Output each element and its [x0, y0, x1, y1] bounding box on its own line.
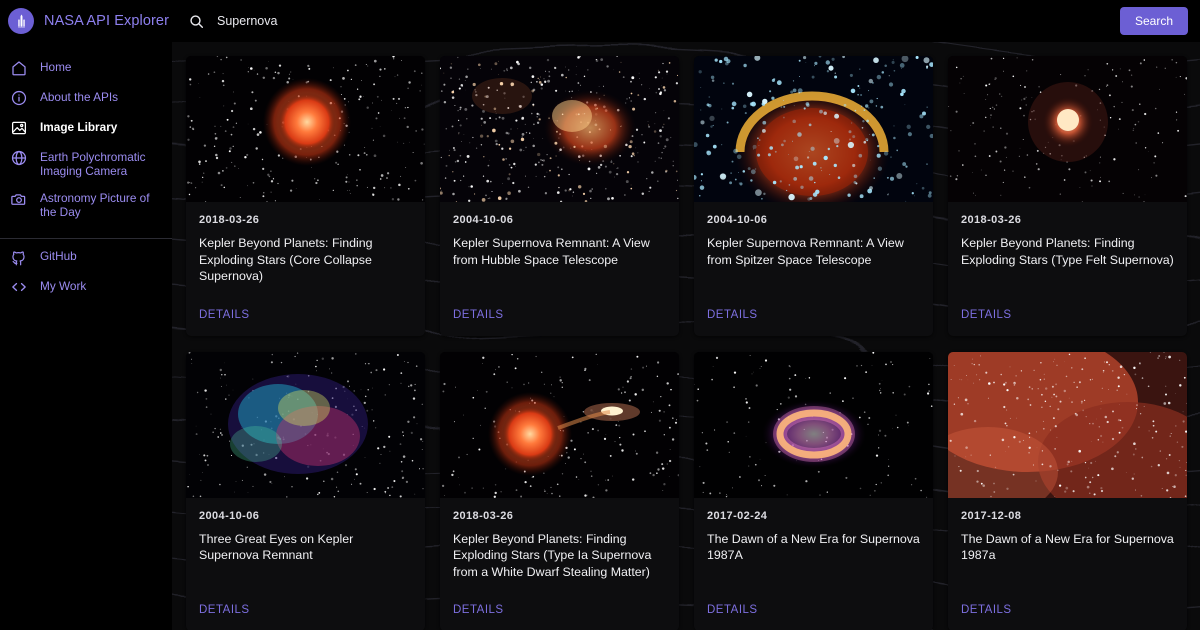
card-date: 2004-10-06 [707, 214, 768, 226]
image-card[interactable]: 2017-02-24 The Dawn of a New Era for Supe… [694, 351, 933, 630]
card-date: 2017-12-08 [961, 509, 1022, 522]
globe-icon [10, 149, 28, 167]
details-button[interactable]: DETAILS [199, 309, 250, 321]
brand[interactable]: NASA API Explorer [0, 0, 172, 42]
sidebar-item-label: About the APIs [40, 90, 119, 104]
search-bar[interactable] [188, 13, 1120, 30]
card-title: Kepler Beyond Planets: Finding Exploding… [199, 236, 373, 283]
sidebar-item-label: GitHub [40, 249, 77, 263]
card-body: 2004-10-06 Kepler Supernova Remnant: A Vi… [694, 202, 933, 268]
top-bar: Search [172, 0, 1200, 42]
card-body: 2018-03-26 Kepler Beyond Planets: Finding… [186, 202, 425, 285]
card-thumbnail [440, 56, 679, 202]
image-card[interactable]: 2018-03-26 Kepler Beyond Planets: Finding… [186, 56, 425, 336]
details-button[interactable]: DETAILS [961, 309, 1012, 321]
sidebar-item-earth-polychromatic-imaging-camera[interactable]: Earth Polychromatic Imaging Camera [0, 144, 172, 185]
card-title: Three Great Eyes on Kepler Supernova Rem… [199, 531, 354, 563]
image-card[interactable]: 2004-10-06 Kepler Supernova Remnant: A Vi… [694, 56, 933, 336]
main-content: Search 2018-03-26 Kepler Beyond Planets: … [172, 0, 1200, 630]
card-body: 2004-10-06 Three Great Eyes on Kepler Sup… [186, 498, 425, 564]
sidebar-divider [0, 238, 172, 239]
rocket-icon [8, 8, 34, 34]
image-card[interactable]: 2017-12-08 The Dawn of a New Era for Supe… [948, 351, 1187, 630]
card-footer: DETAILS [948, 285, 1187, 336]
details-button[interactable]: DETAILS [707, 309, 758, 321]
card-footer: DETAILS [948, 580, 1187, 630]
card-body: 2017-02-24 The Dawn of a New Era for Supe… [694, 498, 933, 564]
card-date: 2018-03-26 [453, 509, 514, 522]
card-thumbnail [694, 56, 933, 202]
sidebar-item-my-work[interactable]: My Work [0, 273, 172, 303]
home-icon [10, 59, 28, 77]
image-card[interactable]: 2004-10-06 Three Great Eyes on Kepler Sup… [186, 351, 425, 630]
sidebar-item-label: My Work [40, 279, 87, 293]
card-footer: DETAILS [186, 580, 425, 630]
image-results-grid: 2018-03-26 Kepler Beyond Planets: Finding… [186, 56, 1187, 630]
card-footer: DETAILS [186, 285, 425, 336]
sidebar-nav-primary: Home About the APIs Image Library Earth … [0, 42, 172, 303]
sidebar-item-label: Astronomy Picture of the Day [40, 191, 150, 219]
card-title: The Dawn of a New Era for Supernova 1987… [961, 531, 1174, 563]
card-title: Kepler Supernova Remnant: A View from Sp… [707, 236, 904, 267]
card-title: Kepler Supernova Remnant: A View from Hu… [453, 236, 650, 267]
sidebar-item-image-library[interactable]: Image Library [0, 114, 172, 144]
card-date: 2004-10-06 [453, 214, 514, 226]
card-thumbnail [948, 351, 1187, 498]
card-footer: DETAILS [440, 580, 679, 630]
card-footer: DETAILS [694, 285, 933, 336]
card-date: 2004-10-06 [199, 509, 260, 522]
details-button[interactable]: DETAILS [707, 604, 758, 616]
image-icon [10, 119, 28, 137]
card-body: 2004-10-06 Kepler Supernova Remnant: A Vi… [440, 202, 679, 268]
card-date: 2018-03-26 [199, 214, 260, 226]
details-button[interactable]: DETAILS [199, 604, 250, 616]
card-thumbnail [440, 351, 679, 498]
image-results-scroll-area[interactable]: 2018-03-26 Kepler Beyond Planets: Finding… [172, 42, 1200, 630]
details-button[interactable]: DETAILS [453, 309, 504, 321]
brand-title: NASA API Explorer [44, 13, 170, 29]
details-button[interactable]: DETAILS [961, 604, 1012, 616]
card-date: 2018-03-26 [961, 214, 1022, 226]
card-title: Kepler Beyond Planets: Finding Exploding… [961, 236, 1174, 267]
card-footer: DETAILS [694, 580, 933, 630]
card-body: 2018-03-26 Kepler Beyond Planets: Finding… [948, 202, 1187, 268]
sidebar-item-label: Image Library [40, 120, 118, 134]
card-title: The Dawn of a New Era for Supernova 1987… [707, 531, 920, 563]
code-icon [10, 278, 28, 296]
sidebar: NASA API Explorer Home About the APIs Im… [0, 0, 172, 630]
card-body: 2017-12-08 The Dawn of a New Era for Supe… [948, 498, 1187, 564]
sidebar-item-label: Earth Polychromatic Imaging Camera [40, 150, 146, 178]
card-body: 2018-03-26 Kepler Beyond Planets: Finding… [440, 498, 679, 581]
app-root: NASA API Explorer Home About the APIs Im… [0, 0, 1200, 630]
sidebar-item-home[interactable]: Home [0, 54, 172, 84]
card-date: 2017-02-24 [707, 509, 768, 522]
search-icon [188, 13, 205, 30]
image-card[interactable]: 2018-03-26 Kepler Beyond Planets: Finding… [440, 351, 679, 630]
sidebar-item-github[interactable]: GitHub [0, 243, 172, 273]
card-thumbnail [186, 56, 425, 202]
sidebar-item-label: Home [40, 60, 72, 74]
info-icon [10, 89, 28, 107]
card-footer: DETAILS [440, 285, 679, 336]
sidebar-item-about-the-apis[interactable]: About the APIs [0, 84, 172, 114]
card-thumbnail [186, 351, 425, 498]
card-title: Kepler Beyond Planets: Finding Exploding… [453, 531, 652, 579]
image-card[interactable]: 2018-03-26 Kepler Beyond Planets: Finding… [948, 56, 1187, 336]
card-thumbnail [694, 351, 933, 498]
camera-icon [10, 190, 28, 208]
image-card[interactable]: 2004-10-06 Kepler Supernova Remnant: A Vi… [440, 56, 679, 336]
card-thumbnail [948, 56, 1187, 202]
search-button[interactable]: Search [1119, 7, 1188, 35]
details-button[interactable]: DETAILS [453, 604, 504, 616]
search-input[interactable] [217, 14, 637, 28]
sidebar-item-astronomy-picture-of-the-day[interactable]: Astronomy Picture of the Day [0, 185, 172, 226]
github-icon [10, 248, 28, 266]
